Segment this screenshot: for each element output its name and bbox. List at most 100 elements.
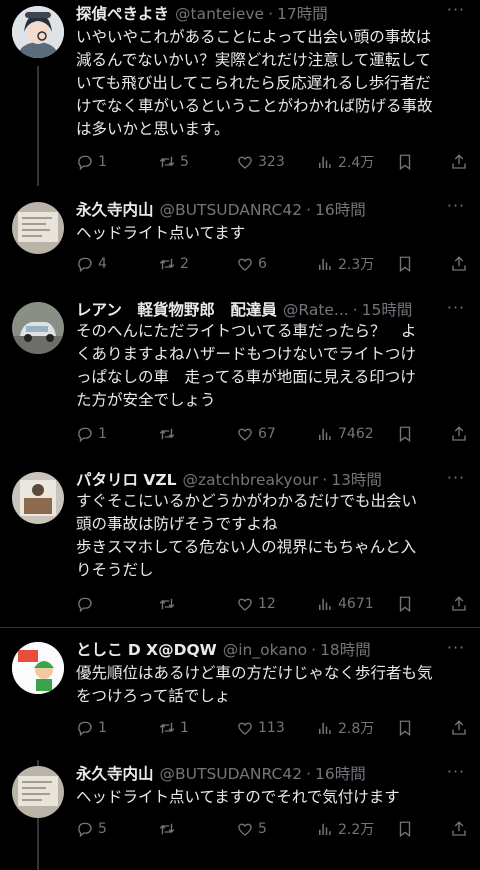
retweet-button[interactable]: 5: [158, 151, 189, 173]
timestamp[interactable]: 15時間: [362, 301, 413, 319]
display-name[interactable]: としこ D X@DQW: [76, 641, 217, 659]
timestamp[interactable]: 18時間: [320, 641, 371, 659]
tweet-header: 永久寺内山 @BUTSUDANRC42 · 16時間: [76, 762, 440, 786]
views-button[interactable]: 2.2万: [316, 818, 374, 840]
display-name[interactable]: 永久寺内山: [76, 201, 154, 219]
share-button[interactable]: [450, 423, 468, 445]
retweet-icon: [159, 258, 175, 270]
display-name[interactable]: 探偵ぺきよき: [76, 5, 169, 23]
reply-button[interactable]: 4: [76, 253, 107, 275]
views-button[interactable]: 2.4万: [316, 151, 374, 173]
user-handle[interactable]: @zatchbreakyour: [183, 471, 319, 489]
timestamp[interactable]: 13時間: [331, 471, 382, 489]
retweet-icon: [159, 428, 175, 440]
user-handle[interactable]: @BUTSUDANRC42: [160, 201, 303, 219]
like-button[interactable]: 113: [236, 717, 285, 739]
retweet-button[interactable]: [158, 818, 180, 840]
reply-icon: [78, 597, 92, 613]
bookmark-icon: [399, 720, 411, 737]
more-icon[interactable]: ···: [446, 198, 466, 218]
user-handle[interactable]: @BUTSUDANRC42: [160, 765, 303, 783]
dot-separator: ·: [311, 641, 317, 659]
share-button[interactable]: [450, 151, 468, 173]
more-icon[interactable]: ···: [446, 470, 466, 490]
user-handle[interactable]: @Rate...: [283, 301, 349, 319]
bookmark-button[interactable]: [396, 818, 414, 840]
tweet[interactable]: パタリロ VZL @zatchbreakyour · 13時間 ··· すぐそこにいる…: [0, 468, 480, 618]
action-bar: 5 5 2.2万: [76, 818, 472, 840]
share-button[interactable]: [450, 593, 468, 615]
retweet-button[interactable]: [158, 593, 180, 615]
tweet-text: 優先順位はあるけど車の方だけじゃなく歩行者も気 をつけろって話でしょ: [76, 664, 433, 705]
display-name[interactable]: パタリロ VZL: [76, 471, 177, 489]
retweet-icon: [159, 823, 175, 835]
dot-separator: ·: [352, 301, 358, 319]
tweet[interactable]: レアン 軽貨物野郎 配達員 @Rate... · 15時間 ··· そのへんにただライ…: [0, 298, 480, 448]
retweet-icon: [159, 722, 175, 734]
tweet-text: ヘッドライト点いてます: [76, 224, 246, 242]
like-button[interactable]: 12: [236, 593, 276, 615]
bookmark-icon: [399, 426, 411, 443]
more-icon[interactable]: ···: [446, 640, 466, 660]
user-handle[interactable]: @in_okano: [223, 641, 307, 659]
reply-button[interactable]: 5: [76, 818, 107, 840]
divider: [0, 627, 480, 628]
avatar[interactable]: [12, 472, 64, 524]
display-name[interactable]: レアン 軽貨物野郎 配達員: [76, 301, 277, 319]
like-button[interactable]: 6: [236, 253, 267, 275]
like-count: 113: [258, 720, 285, 736]
share-icon: [452, 720, 466, 735]
views-button[interactable]: 4671: [316, 593, 374, 615]
reply-count: 4: [98, 256, 107, 272]
like-button[interactable]: 67: [236, 423, 276, 445]
bookmark-button[interactable]: [396, 151, 414, 173]
like-icon: [238, 722, 252, 735]
timestamp[interactable]: 16時間: [315, 201, 366, 219]
bookmark-icon: [399, 256, 411, 273]
views-button[interactable]: 2.8万: [316, 717, 374, 739]
tweet[interactable]: 永久寺内山 @BUTSUDANRC42 · 16時間 ··· ヘッドライト点いてます …: [0, 196, 480, 286]
reply-button[interactable]: 1: [76, 423, 107, 445]
timestamp[interactable]: 16時間: [315, 765, 366, 783]
like-button[interactable]: 5: [236, 818, 267, 840]
like-button[interactable]: 323: [236, 151, 285, 173]
bookmark-button[interactable]: [396, 423, 414, 445]
reply-icon: [78, 257, 92, 273]
bookmark-button[interactable]: [396, 593, 414, 615]
more-icon[interactable]: ···: [446, 764, 466, 784]
retweet-button[interactable]: [158, 423, 180, 445]
more-icon[interactable]: ···: [446, 2, 466, 22]
retweet-icon: [159, 598, 175, 610]
avatar[interactable]: [12, 6, 64, 58]
avatar[interactable]: [12, 766, 64, 818]
reply-count: 1: [98, 426, 107, 442]
share-button[interactable]: [450, 253, 468, 275]
share-button[interactable]: [450, 818, 468, 840]
views-button[interactable]: 7462: [316, 423, 374, 445]
retweet-button[interactable]: 1: [158, 717, 189, 739]
retweet-button[interactable]: 2: [158, 253, 189, 275]
tweet[interactable]: 永久寺内山 @BUTSUDANRC42 · 16時間 ··· ヘッドライト点いてますの…: [0, 762, 480, 868]
avatar[interactable]: [12, 302, 64, 354]
reply-button[interactable]: 1: [76, 717, 107, 739]
timestamp[interactable]: 17時間: [277, 5, 328, 23]
bookmark-button[interactable]: [396, 253, 414, 275]
views-count: 7462: [338, 426, 374, 442]
views-button[interactable]: 2.3万: [316, 253, 374, 275]
user-handle[interactable]: @tanteieve: [175, 5, 264, 23]
display-name[interactable]: 永久寺内山: [76, 765, 154, 783]
share-button[interactable]: [450, 717, 468, 739]
avatar[interactable]: [12, 642, 64, 694]
bookmark-button[interactable]: [396, 717, 414, 739]
reply-button[interactable]: [76, 593, 98, 615]
tweet[interactable]: としこ D X@DQW @in_okano · 18時間 ··· 優先順位はあるけど車…: [0, 638, 480, 750]
views-count: 4671: [338, 596, 374, 612]
share-icon: [452, 256, 466, 271]
tweet[interactable]: 探偵ぺきよき @tanteieve · 17時間 ··· いやいやこれがあることによっ…: [0, 0, 480, 186]
more-icon[interactable]: ···: [446, 300, 466, 320]
share-icon: [452, 426, 466, 441]
reply-button[interactable]: 1: [76, 151, 107, 173]
retweet-icon: [159, 156, 175, 168]
avatar[interactable]: [12, 202, 64, 254]
tweet-header: パタリロ VZL @zatchbreakyour · 13時間: [76, 468, 440, 492]
